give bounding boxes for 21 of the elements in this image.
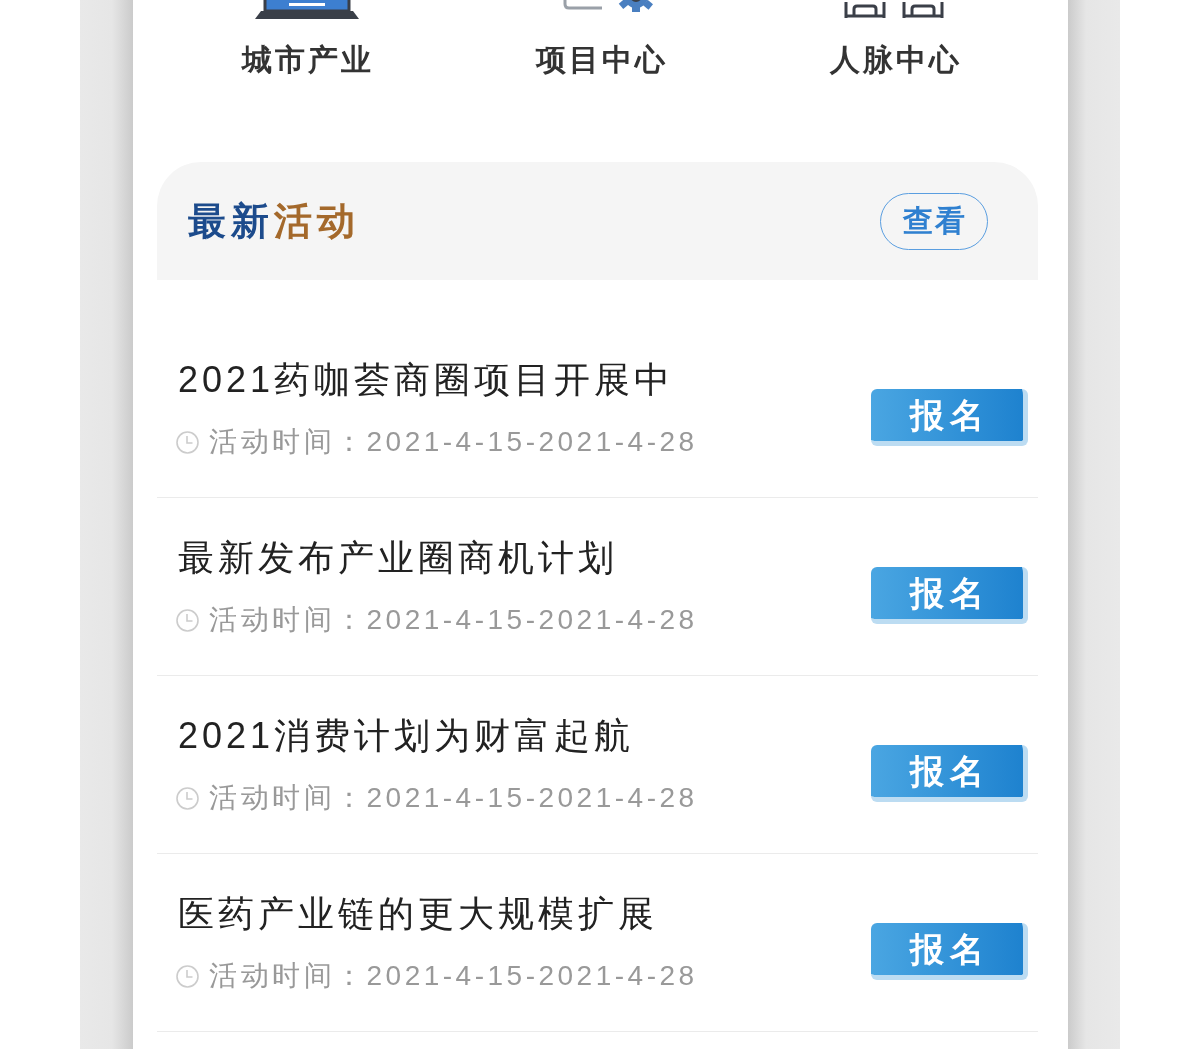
nav-item[interactable]: 项目中心 <box>533 0 668 78</box>
event-title: 2021消费计划为财富起航 <box>178 718 636 754</box>
nav-item[interactable]: 人脉中心 <box>826 0 962 78</box>
people-icon <box>844 0 945 18</box>
signup-button[interactable]: 报名 <box>871 922 1028 980</box>
signup-button[interactable]: 报名 <box>871 566 1028 624</box>
clock-icon <box>176 608 199 632</box>
event-title: 医药产业链的更大规模扩展 <box>178 896 659 932</box>
nav-item[interactable]: 城市产业 <box>239 0 375 78</box>
event-title: 2021药咖荟商圈项目开展中 <box>178 362 676 398</box>
section-title: 最新活动 <box>188 199 360 243</box>
event-time: 活动时间：2021-4-15-2021-4-28 <box>209 959 698 993</box>
event-time: 活动时间：2021-4-15-2021-4-28 <box>209 425 698 459</box>
clock-icon <box>176 964 199 988</box>
signup-button[interactable]: 报名 <box>871 744 1028 802</box>
clock-icon <box>176 430 199 454</box>
clock-icon <box>176 786 199 810</box>
event-title: 最新发布产业圈商机计划 <box>178 540 619 576</box>
event-time: 活动时间：2021-4-15-2021-4-28 <box>209 781 698 815</box>
signup-button[interactable]: 报名 <box>871 388 1028 446</box>
event-time: 活动时间：2021-4-15-2021-4-28 <box>209 603 698 637</box>
